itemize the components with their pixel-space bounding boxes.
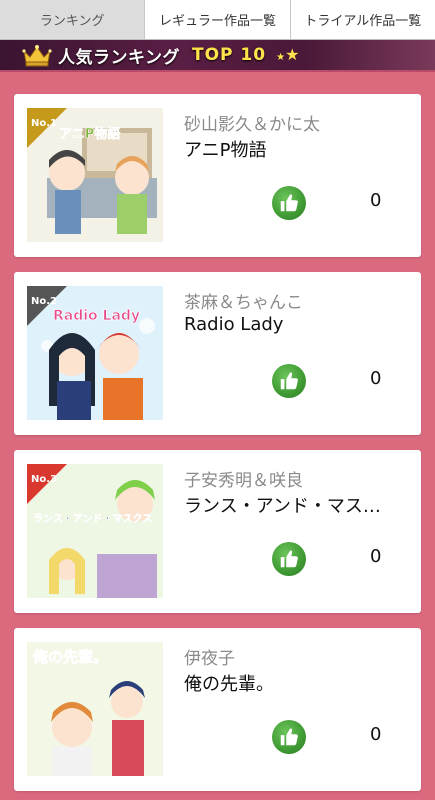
like-button[interactable] (272, 542, 306, 576)
crown-icon (22, 45, 52, 67)
like-count: 0 (370, 368, 382, 389)
like-button[interactable] (272, 364, 306, 398)
cover-title: Radio Lady (53, 308, 140, 324)
work-title[interactable]: アニP物語 (184, 136, 399, 162)
ranking-card[interactable]: No.2 Radio Lady 茶麻＆ちゃんこ Radio Lady 0 (14, 272, 421, 435)
cover-title: ランス・アンド・マスクス (33, 513, 152, 525)
author-name: 茶麻＆ちゃんこ (184, 293, 303, 313)
ranking-list: No.1 アニP物語 砂山影久＆かに太 アニP物語 0 No.2 Radio L… (0, 72, 435, 791)
author-name: 砂山影久＆かに太 (184, 115, 320, 135)
ranking-banner: 人気ランキング TOP 10 ★ ★ (0, 40, 435, 72)
banner-title: 人気ランキング (58, 47, 180, 68)
cover-image[interactable]: No.2 Radio Lady (27, 286, 163, 420)
like-button[interactable] (272, 186, 306, 220)
thumbs-up-icon (280, 550, 298, 568)
work-title[interactable]: Radio Lady (184, 314, 399, 335)
tab-regular-works[interactable]: レギュラー作品一覧 (145, 0, 291, 39)
ranking-card[interactable]: No.3 ランス・アンド・マスクス 子安秀明＆咲良 ランス・アンド・マス… 0 (14, 450, 421, 613)
rank-badge: No.3 (31, 474, 57, 485)
ranking-card[interactable]: No.1 アニP物語 砂山影久＆かに太 アニP物語 0 (14, 94, 421, 257)
thumbs-up-icon (280, 194, 298, 212)
ranking-card[interactable]: 俺の先輩。 伊夜子 俺の先輩。 0 (14, 628, 421, 791)
work-title[interactable]: 俺の先輩。 (184, 670, 399, 696)
work-title[interactable]: ランス・アンド・マス… (184, 492, 399, 518)
tab-bar: ランキング レギュラー作品一覧 トライアル作品一覧 (0, 0, 435, 40)
like-button[interactable] (272, 720, 306, 754)
cover-image[interactable]: 俺の先輩。 (27, 642, 163, 776)
thumbs-up-icon (280, 728, 298, 746)
tab-trial-works[interactable]: トライアル作品一覧 (291, 0, 435, 39)
sparkle-icon: ★ ★ (276, 45, 300, 64)
cover-title: 俺の先輩。 (32, 648, 108, 666)
rank-badge: No.1 (31, 118, 57, 129)
cover-title: アニP物語 (59, 126, 120, 142)
thumbs-up-icon (280, 372, 298, 390)
banner-top-label: TOP 10 (192, 45, 267, 65)
cover-image[interactable]: No.3 ランス・アンド・マスクス (27, 464, 163, 598)
author-name: 子安秀明＆咲良 (184, 471, 303, 491)
like-count: 0 (370, 190, 382, 211)
author-name: 伊夜子 (184, 649, 235, 669)
cover-image[interactable]: No.1 アニP物語 (27, 108, 163, 242)
like-count: 0 (370, 724, 382, 745)
rank-badge: No.2 (31, 296, 57, 307)
like-count: 0 (370, 546, 382, 567)
tab-ranking[interactable]: ランキング (0, 0, 146, 39)
